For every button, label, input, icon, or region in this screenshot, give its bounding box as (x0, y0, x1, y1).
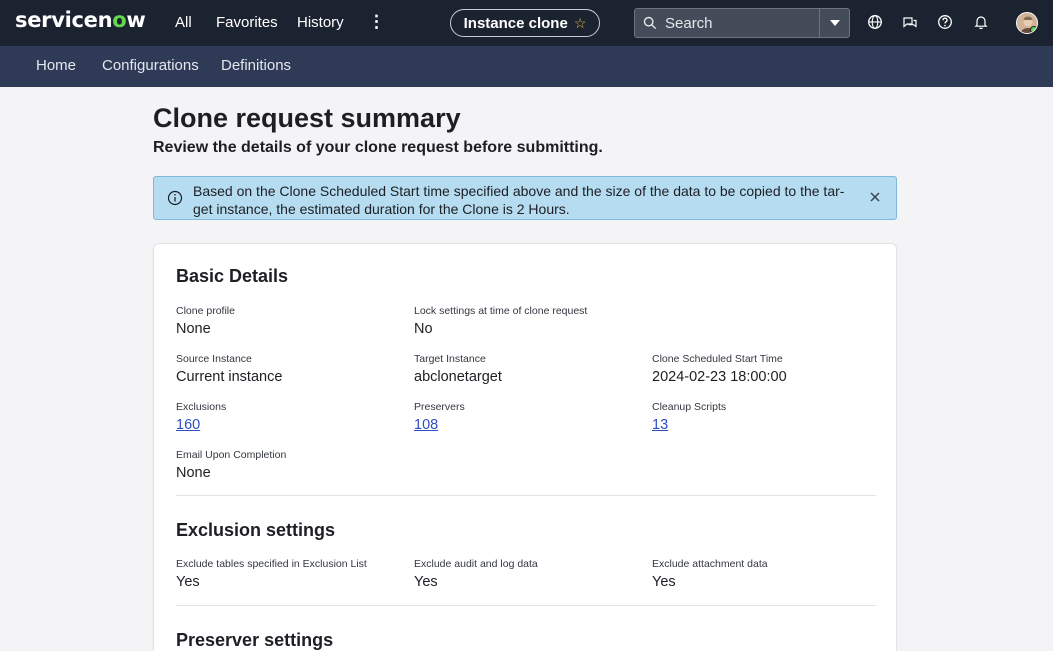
exclusions-link[interactable]: 160 (176, 417, 226, 433)
basic-details-title: Basic Details (176, 266, 289, 286)
field-label: Exclude audit and log data (414, 558, 538, 570)
field-value: 2024-02-23 18:00:00 (652, 369, 787, 385)
global-search[interactable]: Search (634, 8, 850, 38)
field-cleanup-scripts: Cleanup Scripts 13 (652, 401, 726, 433)
globe-icon[interactable] (867, 14, 883, 30)
preserver-settings-title: Preserver settings (176, 630, 334, 650)
cleanup-scripts-link[interactable]: 13 (652, 417, 726, 433)
summary-card: Basic Details Clone profile None Lock se… (153, 243, 897, 651)
presence-indicator (1030, 26, 1037, 33)
top-header: servicenow All Favorites History ⋮ Insta… (0, 0, 1053, 46)
field-email-upon-completion: Email Upon Completion None (176, 449, 286, 481)
page-subtitle: Review the details of your clone request… (153, 139, 603, 156)
secondary-nav: Home Configurations Definitions (0, 46, 1053, 87)
search-input[interactable]: Search (665, 15, 819, 32)
logo-text-suffix: w (126, 8, 146, 32)
field-exclude-audit: Exclude audit and log data Yes (414, 558, 538, 590)
more-menu-icon[interactable]: ⋮ (368, 12, 385, 32)
page-title: Clone request summary (153, 103, 461, 133)
field-exclude-tables: Exclude tables specified in Exclusion Li… (176, 558, 367, 590)
context-pill-label: Instance clone (463, 14, 568, 32)
nav-history[interactable]: History (297, 14, 344, 31)
dropdown-caret-icon (829, 20, 840, 26)
field-label: Email Upon Completion (176, 449, 287, 461)
context-pill-instance-clone[interactable]: Instance clone ☆ (450, 9, 600, 37)
field-exclude-attachment: Exclude attachment data Yes (652, 558, 768, 590)
field-lock-settings: Lock settings at time of clone request N… (414, 305, 587, 337)
field-label: Preservers (414, 401, 465, 413)
field-label: Cleanup Scripts (652, 401, 727, 413)
field-value: None (176, 465, 211, 481)
field-value: Current instance (176, 369, 283, 385)
search-icon (643, 16, 657, 30)
field-label: Clone Scheduled Start Time (652, 353, 783, 365)
info-icon (167, 190, 183, 206)
search-scope-dropdown[interactable] (819, 9, 849, 37)
field-value: Yes (414, 574, 438, 590)
field-value: abclonetarget (414, 369, 502, 385)
field-clone-profile: Clone profile None (176, 305, 235, 337)
nav-all[interactable]: All (175, 14, 192, 31)
field-label: Clone profile (176, 305, 235, 317)
field-label: Lock settings at time of clone request (414, 305, 588, 317)
field-value: No (414, 321, 433, 337)
section-divider (176, 495, 876, 496)
section-divider (176, 605, 876, 606)
field-source-instance: Source Instance Current instance (176, 353, 282, 385)
user-avatar[interactable] (1016, 12, 1038, 34)
bell-icon[interactable] (973, 14, 989, 30)
chat-icon[interactable] (902, 14, 918, 30)
subnav-home[interactable]: Home (36, 57, 76, 74)
nav-favorites[interactable]: Favorites (216, 14, 278, 31)
field-label: Source Instance (176, 353, 252, 365)
star-icon[interactable]: ☆ (574, 15, 587, 32)
field-label: Target Instance (414, 353, 486, 365)
logo-text-prefix: servicen (15, 8, 113, 32)
field-label: Exclude tables specified in Exclusion Li… (176, 558, 367, 570)
exclusion-settings-title: Exclusion settings (176, 520, 336, 540)
field-value: Yes (652, 574, 676, 590)
field-scheduled-start: Clone Scheduled Start Time 2024-02-23 18… (652, 353, 787, 385)
help-icon[interactable] (937, 14, 953, 30)
field-preservers: Preservers 108 (414, 401, 465, 433)
field-label: Exclusions (176, 401, 227, 413)
close-icon[interactable] (868, 190, 882, 204)
servicenow-logo[interactable]: servicenow (15, 8, 146, 32)
field-exclusions: Exclusions 160 (176, 401, 226, 433)
subnav-definitions[interactable]: Definitions (221, 57, 291, 74)
info-banner: Based on the Clone Scheduled Start time … (153, 176, 897, 220)
field-value: None (176, 321, 211, 337)
field-target-instance: Target Instance abclonetarget (414, 353, 502, 385)
subnav-configurations[interactable]: Configurations (102, 57, 199, 74)
field-value: Yes (176, 574, 200, 590)
field-label: Exclude attachment data (652, 558, 768, 570)
preservers-link[interactable]: 108 (414, 417, 465, 433)
logo-text-o: o (112, 8, 127, 32)
banner-message: Based on the Clone Scheduled Start time … (193, 183, 845, 217)
